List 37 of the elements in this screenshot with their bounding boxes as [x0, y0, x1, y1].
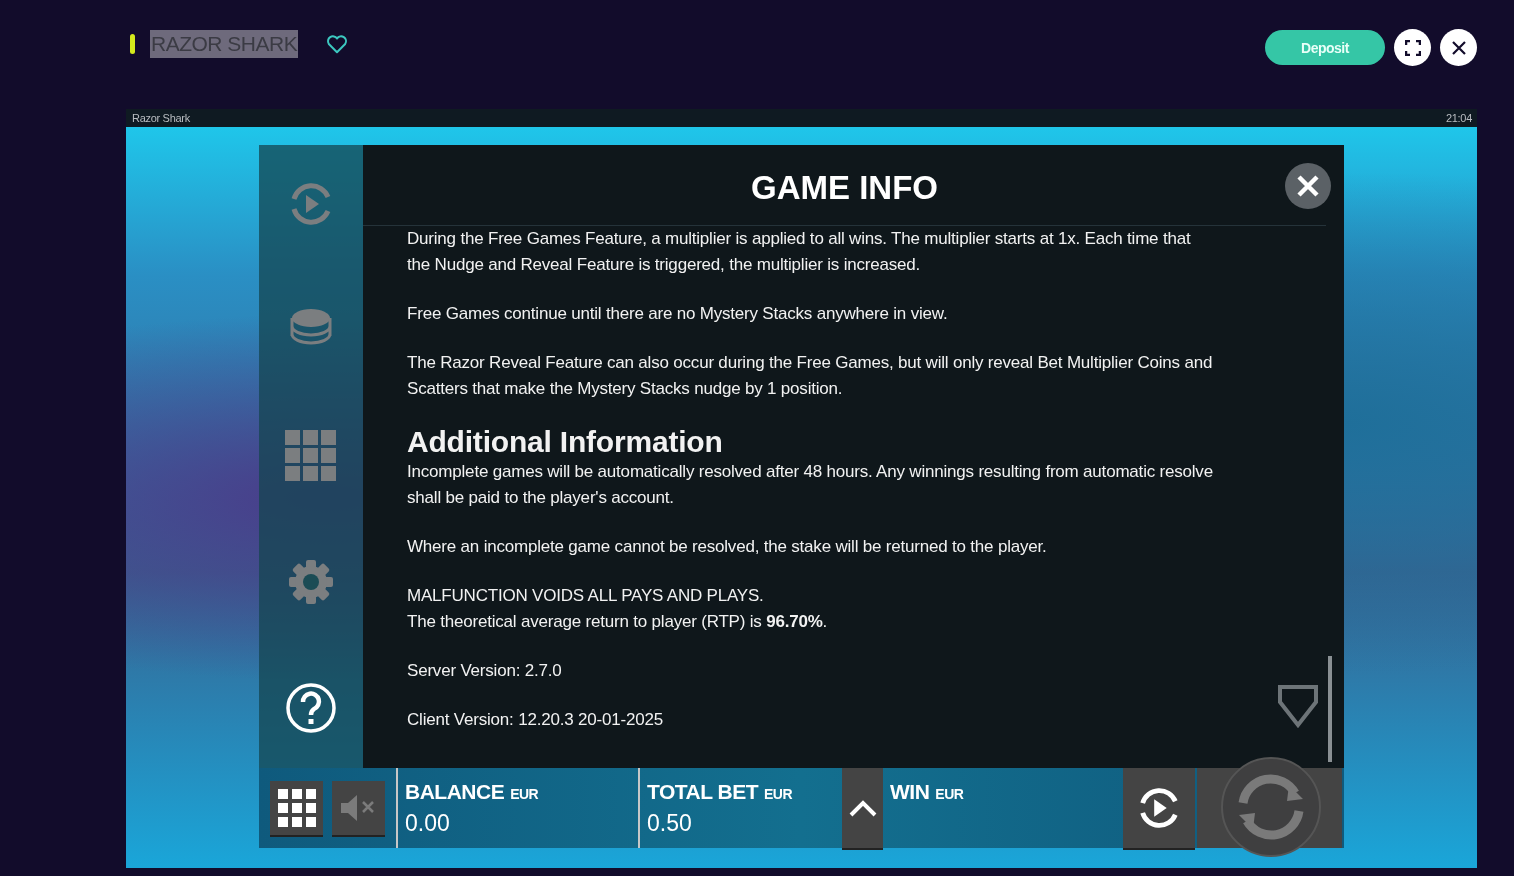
meter-value: 0.50: [647, 810, 693, 837]
game-title: RAZOR SHARK: [150, 29, 299, 58]
caret-up-icon: [848, 799, 877, 817]
meter-label: WIN EUR: [890, 780, 965, 804]
meter-value: 0.00: [405, 810, 451, 837]
fullscreen-icon: [1404, 39, 1421, 56]
section-heading: Additional Information: [407, 425, 724, 459]
accent-bar: [130, 33, 135, 54]
settings-icon: [288, 558, 334, 605]
info-paragraph: MALFUNCTION VOIDS ALL PAYS AND PLAYS.: [407, 585, 765, 607]
info-paragraph: Where an incomplete game cannot be resolved, the stake will be returned to the player.: [407, 536, 1048, 558]
deposit-button[interactable]: Deposit: [1265, 30, 1385, 65]
meter-label: TOTAL BET EUR: [647, 780, 794, 804]
info-paragraph: Server Version: 2.7.0: [407, 660, 563, 682]
side-menu-button[interactable]: [285, 682, 337, 734]
heart-icon[interactable]: [326, 33, 349, 54]
close-button[interactable]: [1285, 163, 1331, 209]
info-paragraph: Client Version: 12.20.3 20-01-2025: [407, 709, 664, 731]
info-paragraph: Free Games continue until there are no Mystery Stacks anywhere in view.: [407, 303, 949, 325]
game-name: Razor Shark: [132, 112, 190, 124]
grid-icon: [285, 429, 337, 482]
shield-icon: [1277, 684, 1319, 728]
autoplay-button[interactable]: [1123, 768, 1195, 848]
clock-time: 21:04: [1445, 112, 1472, 124]
close-icon: [1297, 175, 1319, 197]
menu-button[interactable]: [270, 781, 323, 835]
close-icon: [1450, 39, 1467, 56]
close-button[interactable]: [1440, 29, 1477, 66]
info-paragraph: The theoretical average return to player (RTP) is 96.70%.: [407, 611, 829, 633]
fullscreen-button[interactable]: [1394, 29, 1431, 66]
grid-icon: [277, 789, 316, 827]
info-paragraph: During the Free Games Feature, a multiplier is applied to all wins. The multiplier starts at 1x. Each time that the Nudge and Reveal Feature is triggered, the multiplier is increased.: [407, 228, 1192, 276]
bet-up-button[interactable]: [842, 768, 883, 848]
meter-label: BALANCE EUR: [405, 780, 540, 804]
info-paragraph: The Razor Reveal Feature can also occur during the Free Games, but will only reveal Bet Multiplier Coins and Scatters that make the Mystery Stacks nudge by 1 position.: [407, 352, 1214, 400]
info-paragraph: Incomplete games will be automatically resolved after 48 hours. Any winnings resulting from automatic resolve shall be paid to the player's account.: [407, 461, 1214, 509]
help-icon: [285, 682, 337, 734]
